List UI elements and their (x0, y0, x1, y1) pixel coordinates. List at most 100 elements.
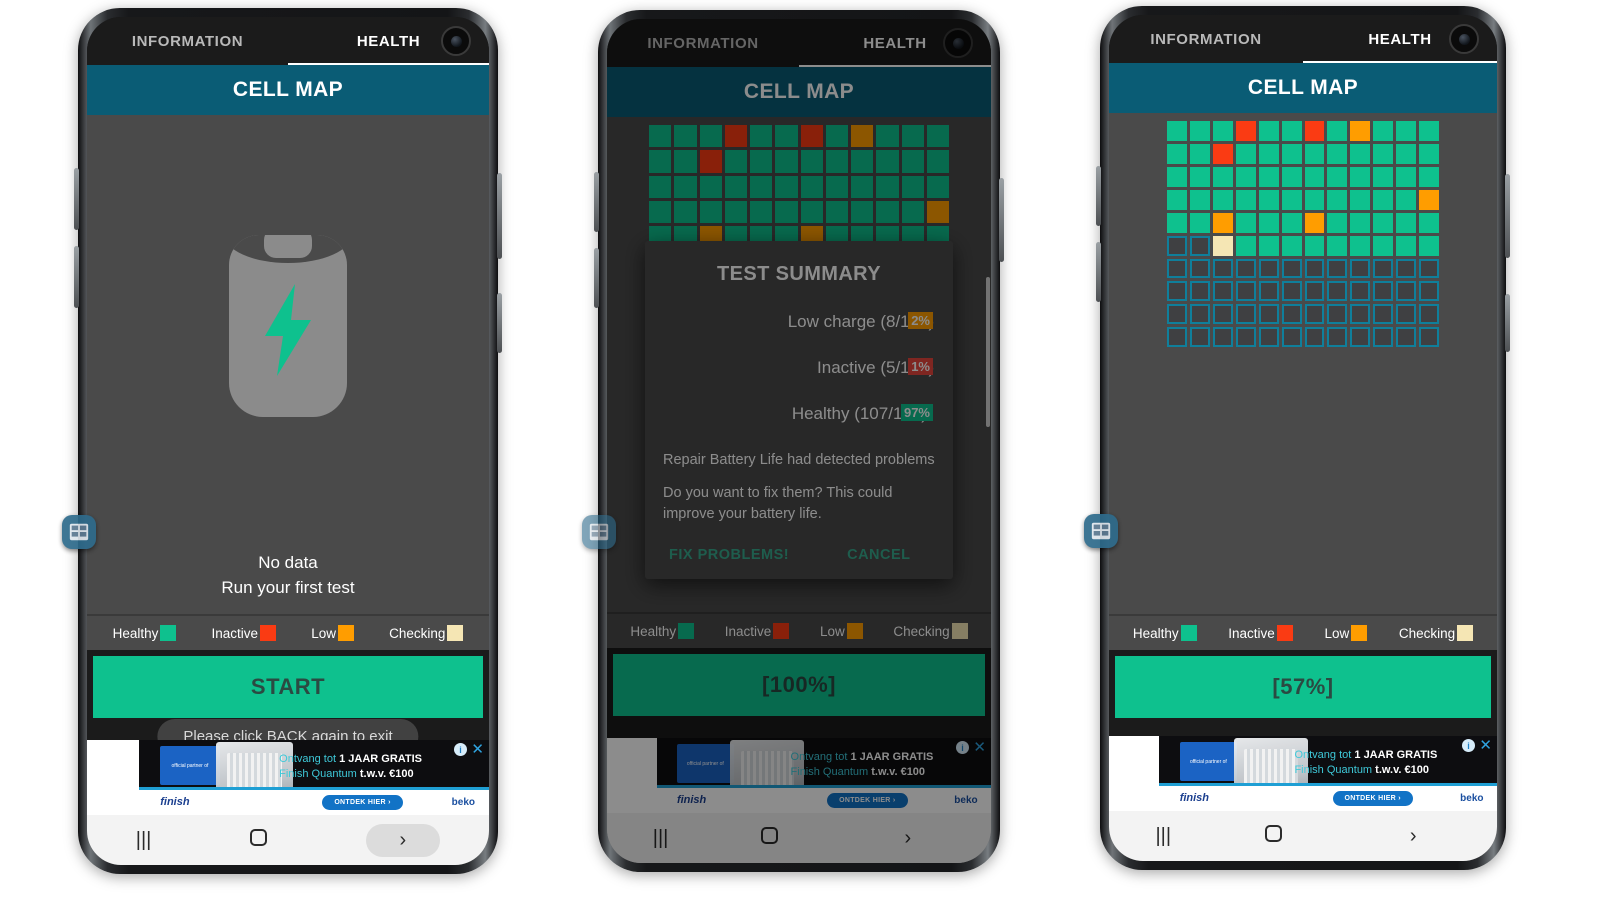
cell-36[interactable] (649, 200, 672, 223)
ad-info-icon[interactable]: i (1462, 739, 1475, 752)
cell-30[interactable] (800, 175, 823, 198)
home-button[interactable] (1264, 824, 1283, 849)
recents-button[interactable]: ||| (653, 827, 669, 850)
bixby-button[interactable] (1505, 294, 1510, 352)
ad-close-icon[interactable]: ✕ (1479, 738, 1492, 753)
cell-119[interactable] (1419, 327, 1440, 348)
cell-28[interactable] (750, 175, 773, 198)
cell-108[interactable] (1167, 327, 1187, 348)
cell-95[interactable] (1419, 281, 1440, 302)
home-button[interactable] (760, 826, 779, 851)
ad-info-icon[interactable]: i (454, 743, 467, 756)
bixby-button[interactable] (497, 293, 502, 353)
cell-45[interactable] (1373, 189, 1394, 210)
cell-54[interactable] (1304, 212, 1325, 233)
cell-73[interactable] (1189, 258, 1210, 279)
cell-17[interactable] (1281, 143, 1302, 164)
cell-92[interactable] (1350, 281, 1371, 302)
cell-82[interactable] (1396, 258, 1417, 279)
cell-20[interactable] (851, 150, 874, 173)
cell-44[interactable] (851, 200, 874, 223)
start-button[interactable]: START (93, 656, 483, 718)
cell-35[interactable] (1419, 166, 1440, 187)
cell-117[interactable] (1373, 327, 1394, 348)
fix-problems-button[interactable]: FIX PROBLEMS! (669, 547, 789, 563)
cell-104[interactable] (1350, 304, 1371, 325)
cell-13[interactable] (1189, 143, 1210, 164)
cell-101[interactable] (1281, 304, 1302, 325)
ad-cta-button[interactable]: ONTDEK HIER › (827, 792, 908, 808)
cell-16[interactable] (1258, 143, 1279, 164)
cell-36[interactable] (1167, 189, 1187, 210)
cell-0[interactable] (649, 125, 672, 148)
cell-87[interactable] (1235, 281, 1256, 302)
cell-55[interactable] (1327, 212, 1348, 233)
cell-62[interactable] (1212, 235, 1233, 256)
cell-41[interactable] (775, 200, 798, 223)
tab-information[interactable]: INFORMATION (87, 33, 288, 50)
volume-button-1[interactable] (74, 168, 79, 230)
cell-29[interactable] (775, 175, 798, 198)
cell-37[interactable] (674, 200, 697, 223)
cell-31[interactable] (1327, 166, 1348, 187)
cell-19[interactable] (825, 150, 848, 173)
cell-9[interactable] (876, 125, 899, 148)
cell-1[interactable] (674, 125, 697, 148)
cell-52[interactable] (1258, 212, 1279, 233)
cell-31[interactable] (825, 175, 848, 198)
cell-14[interactable] (699, 150, 722, 173)
cell-50[interactable] (1212, 212, 1233, 233)
cell-75[interactable] (1235, 258, 1256, 279)
home-button[interactable] (249, 828, 268, 853)
cell-40[interactable] (750, 200, 773, 223)
power-button[interactable] (497, 173, 502, 259)
cell-43[interactable] (825, 200, 848, 223)
cell-110[interactable] (1212, 327, 1233, 348)
cell-46[interactable] (901, 200, 924, 223)
cell-103[interactable] (1327, 304, 1348, 325)
cell-16[interactable] (750, 150, 773, 173)
cell-63[interactable] (1235, 235, 1256, 256)
cell-35[interactable] (926, 175, 949, 198)
cell-45[interactable] (876, 200, 899, 223)
cell-58[interactable] (1396, 212, 1417, 233)
cell-43[interactable] (1327, 189, 1348, 210)
volume-button-1[interactable] (594, 172, 599, 232)
ad-cta-button[interactable]: ONTDEK HIER › (1332, 790, 1413, 806)
back-button[interactable]: › (1376, 820, 1451, 853)
cell-39[interactable] (724, 200, 747, 223)
cell-15[interactable] (724, 150, 747, 173)
cell-14[interactable] (1212, 143, 1233, 164)
cell-59[interactable] (1419, 212, 1440, 233)
cell-20[interactable] (1350, 143, 1371, 164)
cell-3[interactable] (1235, 121, 1256, 141)
progress-button[interactable]: [57%] (1115, 656, 1491, 718)
cell-38[interactable] (699, 200, 722, 223)
cell-34[interactable] (1396, 166, 1417, 187)
cell-38[interactable] (1212, 189, 1233, 210)
cell-51[interactable] (1235, 212, 1256, 233)
cell-48[interactable] (1167, 212, 1187, 233)
cell-25[interactable] (674, 175, 697, 198)
cell-112[interactable] (1258, 327, 1279, 348)
cell-106[interactable] (1396, 304, 1417, 325)
cell-76[interactable] (1258, 258, 1279, 279)
cell-74[interactable] (1212, 258, 1233, 279)
cell-21[interactable] (1373, 143, 1394, 164)
cell-4[interactable] (750, 125, 773, 148)
advertisement-banner[interactable]: official partner of Ontvang tot 1 JAAR G… (1109, 736, 1497, 811)
cell-26[interactable] (1212, 166, 1233, 187)
ad-cta-button[interactable]: ONTDEK HIER › (322, 794, 403, 810)
progress-button[interactable]: [100%] (613, 654, 985, 716)
cell-34[interactable] (901, 175, 924, 198)
cell-96[interactable] (1167, 304, 1187, 325)
back-button[interactable]: › (871, 822, 946, 855)
cell-111[interactable] (1235, 327, 1256, 348)
cell-71[interactable] (1419, 235, 1440, 256)
cell-5[interactable] (1281, 121, 1302, 141)
floating-widget-icon[interactable] (62, 515, 96, 549)
cell-32[interactable] (851, 175, 874, 198)
advertisement-banner[interactable]: official partner of Ontvang tot 1 JAAR G… (607, 738, 991, 813)
cell-22[interactable] (901, 150, 924, 173)
cell-94[interactable] (1396, 281, 1417, 302)
